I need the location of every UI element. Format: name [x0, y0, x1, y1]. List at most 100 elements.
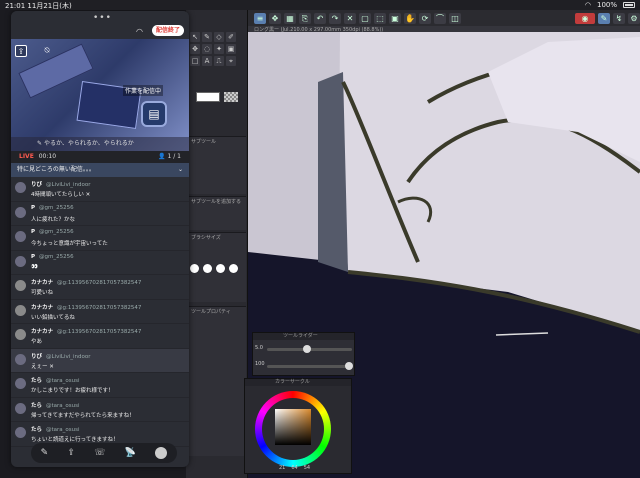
shape-tool-icon[interactable]: □: [190, 56, 200, 66]
brush-size-presets: [190, 264, 239, 273]
avatar[interactable]: [15, 231, 26, 242]
battery-percent: 100%: [596, 1, 617, 9]
live-stream-overlay: ••• ◠ 配信終了 ⇪ ⍉ 作業を配信中 ▤ ✎ やるか、やられるか、やられる…: [11, 11, 189, 467]
comment-text: 👀: [31, 263, 38, 270]
text-tool-icon[interactable]: A: [202, 56, 212, 66]
lasso-icon[interactable]: ↯: [613, 12, 625, 24]
stream-preview: ⇪ ⍉ 作業を配信中 ▤ ✎ やるか、やられるか、やられるか: [11, 39, 189, 151]
end-stream-button[interactable]: 配信終了: [152, 25, 184, 36]
stream-prompt[interactable]: ✎ やるか、やられるか、やられるか: [11, 137, 189, 151]
avatar[interactable]: [15, 280, 26, 291]
size-slider[interactable]: [267, 345, 352, 353]
pencil-icon: ✎: [37, 140, 44, 147]
comment-item[interactable]: りび @LiviLivi_indoor えぇー ✕: [11, 348, 189, 373]
brush-dot[interactable]: [229, 264, 238, 273]
grid-icon[interactable]: ▦: [284, 12, 296, 24]
select-icon[interactable]: ⬚: [374, 12, 386, 24]
comment-name: カナカナ: [31, 304, 54, 311]
transparent-swatch[interactable]: [224, 92, 238, 102]
avatar[interactable]: [155, 447, 168, 459]
menu-icon[interactable]: ≡: [254, 12, 266, 24]
brush-tool-icon[interactable]: ✐: [226, 32, 236, 42]
comment-list[interactable]: りび @LiviLivi_indoor 4時間頑いてたらしい ✕ P @gm_25256…: [11, 177, 189, 467]
rotate-icon[interactable]: ⟳: [419, 12, 431, 24]
comment-handle: @tara_osusi: [46, 402, 80, 409]
avatar[interactable]: [15, 378, 26, 389]
eraser-tool-icon[interactable]: ◇: [214, 32, 224, 42]
pen-tool-icon[interactable]: ✎: [598, 12, 610, 24]
comment-name: P: [31, 253, 36, 260]
ruler-icon[interactable]: ⌒: [434, 12, 446, 24]
clear-icon[interactable]: ✕: [344, 12, 356, 24]
color-wheel-panel: カラーサークル 21 64 54: [244, 378, 352, 474]
arrow-tool-icon[interactable]: ↖: [190, 32, 200, 42]
comment-item[interactable]: カナカナ @g:11395670281705738254​7 やあ: [11, 324, 189, 349]
app-icon: ▤: [141, 101, 167, 127]
fill-tool-icon[interactable]: ▣: [226, 44, 236, 54]
live-timer: 00:10: [38, 153, 57, 160]
settings-icon[interactable]: ⚙: [628, 12, 640, 24]
comment-name: カナカナ: [31, 329, 54, 335]
comment-item[interactable]: P @gm_25256 👀: [11, 251, 189, 275]
avatar[interactable]: [15, 402, 26, 414]
app-toolbar: ≡ ✥ ▦ ⎘ ↶ ↷ ✕ ▢ ⬚ ▣ ✋ ⟳ ⌒ ◫ ◉ ✎ ↯ ⚙: [248, 10, 640, 26]
color-values: 21 64 54: [279, 465, 310, 471]
move-tool-icon[interactable]: ✥: [190, 44, 200, 54]
hue-value: 21: [279, 465, 286, 471]
save-icon[interactable]: ⎘: [299, 12, 311, 24]
comment-author: カナカナ @g:11395670281705738254​7: [31, 303, 141, 311]
slider-panel-title: ツールライダー: [253, 333, 354, 340]
live-label: LIVE: [19, 153, 34, 160]
avatar[interactable]: [15, 255, 26, 267]
eyedropper-tool-icon[interactable]: ⌖: [226, 56, 236, 66]
notification-off-icon[interactable]: ⍉: [41, 45, 53, 57]
opacity-slider-knob[interactable]: [345, 362, 353, 370]
avatar[interactable]: [15, 304, 26, 316]
main-color-swatch[interactable]: [196, 92, 220, 102]
broadcast-icon[interactable]: 📡: [125, 448, 136, 458]
comment-handle: @g:11395670281705738254​7: [57, 304, 142, 311]
chat-icon[interactable]: ☏: [94, 448, 105, 458]
undo-icon[interactable]: ↶: [314, 12, 326, 24]
comment-handle: @gm_25256: [39, 229, 74, 235]
tool-grid: ↖ ✎ ◇ ✐ ✥ ◌ ✦ ▣ □ A ⎍ ⌖: [190, 32, 236, 66]
transform-icon[interactable]: ▢: [359, 12, 371, 24]
comment-item[interactable]: たら @tara_osusi 帰ってきてますだやられてたら来ますね！: [11, 398, 189, 422]
record-icon[interactable]: ◉: [575, 12, 595, 24]
drag-handle-icon[interactable]: •••: [93, 13, 112, 23]
avatar[interactable]: [15, 427, 26, 438]
upload-icon[interactable]: ⇪: [15, 45, 27, 57]
add-subtool-label[interactable]: サブツールを追加する: [191, 199, 241, 205]
opacity-slider[interactable]: [267, 362, 353, 370]
comment-item[interactable]: P @gm_25256 今ちょっと意識が宇宙いってた: [11, 226, 189, 251]
topic-text: 特に見どころの無い配信。。。: [17, 166, 95, 173]
size-slider-knob[interactable]: [303, 345, 311, 353]
avatar[interactable]: [15, 206, 26, 218]
layer-icon[interactable]: ◫: [449, 12, 461, 24]
avatar[interactable]: [15, 353, 26, 365]
share-icon[interactable]: ⇪: [67, 448, 75, 458]
stream-topic[interactable]: 特に見どころの無い配信。。。 ⌄: [11, 163, 189, 177]
brush-dot[interactable]: [190, 264, 199, 273]
brush-dot[interactable]: [216, 264, 225, 273]
comment-item[interactable]: りび @LiviLivi_indoor 4時間頑いてたらしい ✕: [11, 177, 189, 202]
pen-tool-icon[interactable]: ✎: [202, 32, 212, 42]
comment-item[interactable]: カナカナ @g:11395670281705738254​7 いい鉛描いてるね: [11, 300, 189, 324]
comment-handle: @gm_25256: [39, 204, 74, 211]
saturation-square[interactable]: [275, 409, 311, 445]
wand-tool-icon[interactable]: ✦: [214, 44, 224, 54]
chevron-down-icon[interactable]: ⌄: [178, 163, 183, 177]
lasso-tool-icon[interactable]: ◌: [202, 44, 212, 54]
comment-item[interactable]: カナカナ @g:11395670281705738254​7 可愛いね: [11, 275, 189, 300]
edit-icon[interactable]: ✎: [41, 448, 49, 458]
avatar[interactable]: [15, 329, 26, 340]
redo-icon[interactable]: ↷: [329, 12, 341, 24]
hand-icon[interactable]: ✋: [404, 12, 416, 24]
ruler-tool-icon[interactable]: ⎍: [214, 56, 224, 66]
brush-dot[interactable]: [203, 264, 212, 273]
comment-item[interactable]: P @gm_25256 人に疲れた？かな: [11, 202, 189, 226]
avatar[interactable]: [15, 182, 26, 193]
move-icon[interactable]: ✥: [269, 12, 281, 24]
fill-icon[interactable]: ▣: [389, 12, 401, 24]
comment-item[interactable]: たら @tara_osusi かしこまりです！お疲れ様です！: [11, 373, 189, 398]
